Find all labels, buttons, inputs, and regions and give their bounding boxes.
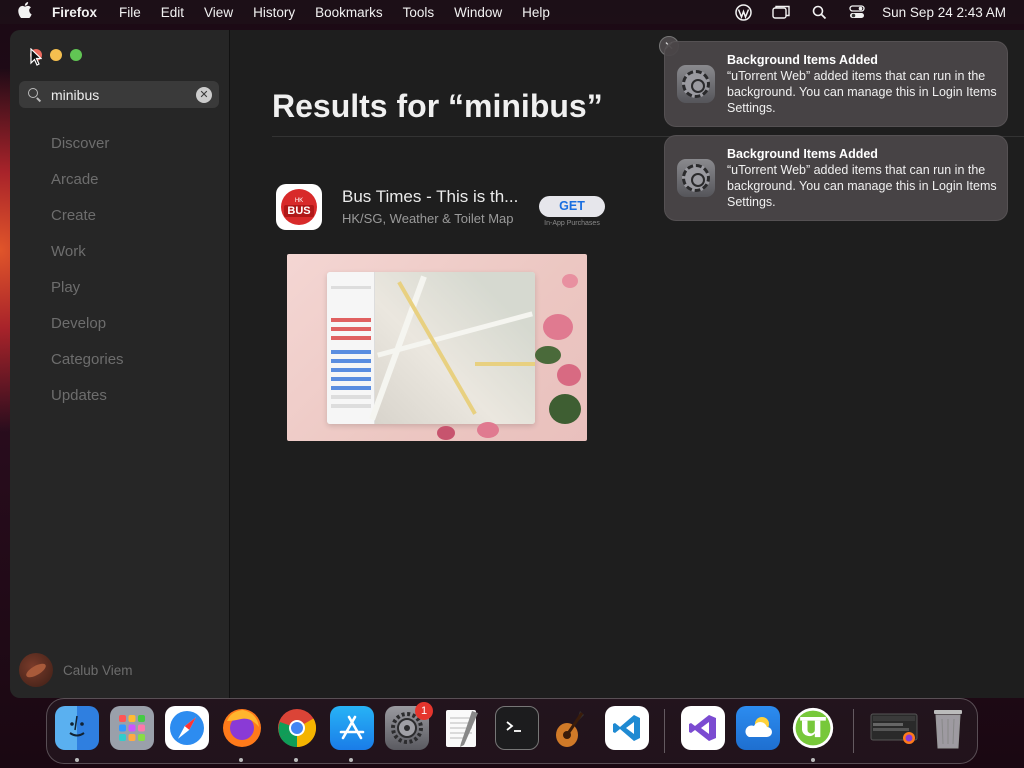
- menu-edit[interactable]: Edit: [161, 5, 184, 20]
- search-icon: [28, 87, 42, 102]
- notification-card[interactable]: Background Items Added “uTorrent Web” ad…: [664, 135, 1008, 221]
- menu-app-name[interactable]: Firefox: [52, 5, 97, 20]
- menu-help[interactable]: Help: [522, 5, 550, 20]
- system-settings-icon[interactable]: 1: [385, 702, 433, 750]
- app-result-row[interactable]: HK BUS Bus Times - This is th... HK/SG, …: [276, 184, 605, 230]
- app-subtitle: HK/SG, Weather & Toilet Map: [342, 211, 514, 226]
- clear-search-button[interactable]: ✕: [196, 86, 212, 103]
- utorrent-icon[interactable]: [791, 706, 835, 750]
- screenshot-thumbnail[interactable]: [869, 706, 919, 750]
- bus-times-app-icon[interactable]: HK BUS: [276, 184, 322, 230]
- notification-text: “uTorrent Web” added items that can run …: [727, 69, 997, 115]
- visual-studio-icon[interactable]: [681, 706, 725, 750]
- sidebar-item-categories[interactable]: Categories: [51, 350, 124, 386]
- search-field[interactable]: minibus ✕: [19, 81, 219, 108]
- app-store-icon[interactable]: [330, 706, 374, 750]
- menu-view[interactable]: View: [204, 5, 233, 20]
- minimize-window-button[interactable]: [50, 49, 62, 61]
- dock: 1: [46, 698, 978, 764]
- system-settings-icon: [677, 159, 715, 197]
- mouse-pointer-icon: [30, 47, 43, 71]
- firefox-running-dot: [239, 758, 243, 762]
- notification-card[interactable]: Background Items Added “uTorrent Web” ad…: [664, 41, 1008, 127]
- app-screenshot-preview[interactable]: [287, 254, 587, 441]
- maximize-window-button[interactable]: [70, 49, 82, 61]
- in-app-purchases-label: In-App Purchases: [544, 220, 600, 227]
- app-store-window: minibus ✕ Discover Arcade Create Work Pl…: [10, 30, 1024, 698]
- sidebar-item-create[interactable]: Create: [51, 206, 124, 242]
- sidebar: minibus ✕ Discover Arcade Create Work Pl…: [10, 30, 230, 698]
- control-center-icon[interactable]: [848, 4, 866, 20]
- launchpad-icon[interactable]: [110, 706, 154, 750]
- garageband-icon[interactable]: [550, 706, 594, 750]
- finder-running-dot: [75, 758, 79, 762]
- notification-text: “uTorrent Web” added items that can run …: [727, 163, 997, 209]
- app-name[interactable]: Bus Times - This is th...: [342, 187, 518, 207]
- menu-window[interactable]: Window: [454, 5, 502, 20]
- sidebar-item-arcade[interactable]: Arcade: [51, 170, 124, 206]
- sidebar-item-work[interactable]: Work: [51, 242, 124, 278]
- notification-badge: 1: [415, 702, 433, 720]
- user-account[interactable]: Calub Viem: [19, 653, 133, 687]
- trash-icon[interactable]: [926, 706, 970, 750]
- get-button[interactable]: GET: [539, 196, 605, 217]
- menu-history[interactable]: History: [253, 5, 295, 20]
- page-title: Results for “minibus”: [272, 88, 603, 124]
- notification-title: Background Items Added: [727, 147, 878, 161]
- sidebar-item-discover[interactable]: Discover: [51, 134, 124, 170]
- menu-tools[interactable]: Tools: [403, 5, 435, 20]
- finder-icon[interactable]: [55, 706, 99, 750]
- terminal-icon[interactable]: [495, 706, 539, 750]
- sidebar-item-updates[interactable]: Updates: [51, 386, 124, 422]
- chrome-running-dot: [294, 758, 298, 762]
- screenshot-app-window: [327, 272, 535, 424]
- vscode-icon[interactable]: [605, 706, 649, 750]
- textedit-icon[interactable]: [440, 706, 484, 750]
- sidebar-nav: Discover Arcade Create Work Play Develop…: [51, 134, 124, 422]
- search-input[interactable]: minibus: [51, 87, 196, 103]
- avatar: [19, 653, 53, 687]
- user-name: Calub Viem: [63, 662, 133, 678]
- dock-separator: [664, 709, 665, 753]
- dock-separator: [853, 709, 854, 753]
- main-content: Results for “minibus” HK BUS Bus Times -…: [231, 30, 1024, 698]
- sidebar-item-play[interactable]: Play: [51, 278, 124, 314]
- app-store-running-dot: [349, 758, 353, 762]
- spotlight-search-icon[interactable]: [810, 4, 828, 20]
- wordpress-status-icon[interactable]: [734, 3, 752, 21]
- sidebar-item-develop[interactable]: Develop: [51, 314, 124, 350]
- window-status-icon[interactable]: [772, 4, 790, 20]
- menu-bar: Firefox File Edit View History Bookmarks…: [0, 0, 1024, 24]
- app-icon-top-text: HK: [294, 197, 304, 204]
- apple-menu-icon[interactable]: [18, 2, 38, 22]
- menu-bookmarks[interactable]: Bookmarks: [315, 5, 383, 20]
- menu-file[interactable]: File: [119, 5, 141, 20]
- system-settings-icon: [677, 65, 715, 103]
- weather-icon[interactable]: [736, 706, 780, 750]
- utorrent-running-dot: [811, 758, 815, 762]
- chrome-icon[interactable]: [275, 706, 319, 750]
- safari-icon[interactable]: [165, 706, 209, 750]
- notification-title: Background Items Added: [727, 53, 878, 67]
- menu-clock[interactable]: Sun Sep 24 2:43 AM: [882, 5, 1006, 20]
- app-icon-label: BUS: [284, 204, 314, 217]
- firefox-icon[interactable]: [220, 706, 264, 750]
